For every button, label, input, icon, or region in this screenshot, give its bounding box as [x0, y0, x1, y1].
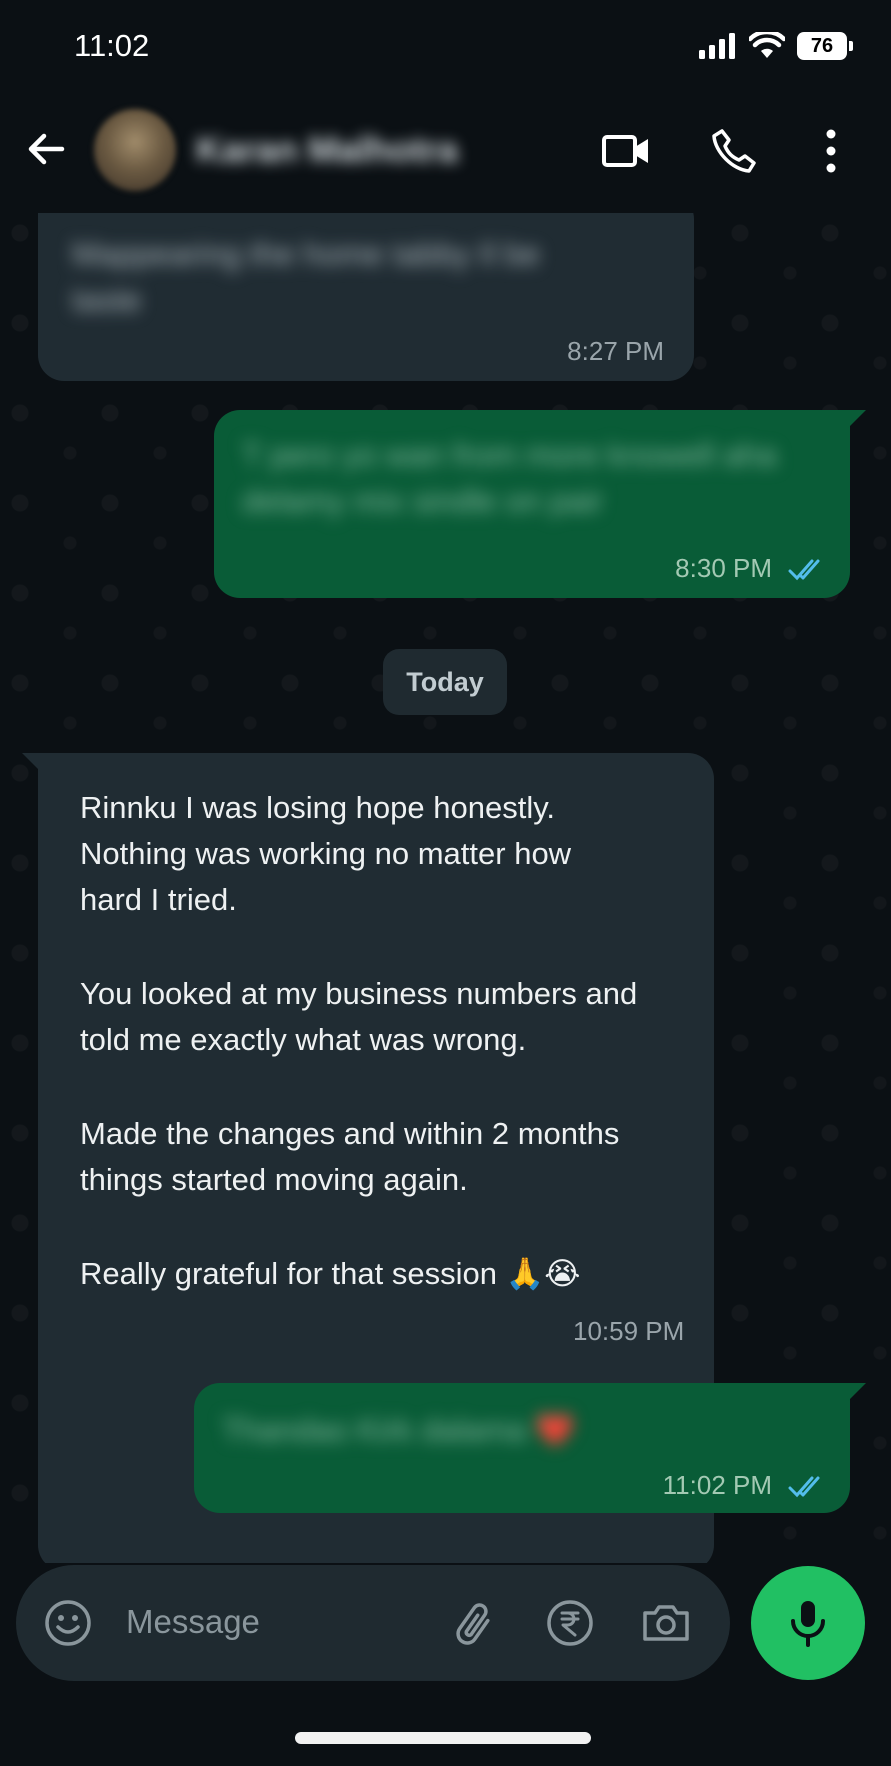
message-time: 8:27 PM: [567, 336, 664, 366]
attach-icon[interactable]: [448, 1597, 500, 1649]
more-options-icon[interactable]: [805, 125, 857, 177]
chat-area[interactable]: Mappearing the home tabby Il be taste 8:…: [0, 213, 891, 1563]
bubble-tail: [848, 1383, 866, 1401]
status-bar: 11:02 76: [0, 0, 891, 95]
back-arrow-icon[interactable]: [22, 125, 70, 173]
video-call-icon[interactable]: [600, 125, 652, 177]
bubble-tail: [848, 410, 866, 428]
message-time: 11:02 PM: [662, 1470, 772, 1500]
message-paragraph: You looked at my business numbers and to…: [80, 976, 638, 1057]
message-paragraph: Made the changes and within 2 months thi…: [80, 1116, 620, 1197]
status-time: 11:02: [74, 28, 150, 63]
camera-icon[interactable]: [640, 1597, 692, 1649]
outgoing-message[interactable]: T pero yo wan from more knowell aha dela…: [214, 410, 850, 598]
message-time: 8:30 PM: [675, 553, 772, 583]
message-paragraph: Rinnku I was losing hope honestly. Nothi…: [80, 790, 572, 917]
signal-icon: [699, 33, 735, 59]
status-icons: 76: [697, 32, 853, 60]
chat-header: Karan Malhotra: [0, 95, 891, 213]
message-paragraph: Really grateful for that session 🙏😭: [80, 1256, 581, 1291]
read-ticks-icon: [788, 559, 820, 581]
bubble-tail: [22, 753, 40, 771]
message-composer[interactable]: Message: [16, 1565, 730, 1681]
home-indicator[interactable]: [295, 1732, 591, 1744]
message-text: T pero yo wan from more knowell aha dela…: [242, 437, 777, 519]
message-text: Thandao Kirk dalama ❤️: [222, 1412, 575, 1448]
message-text: Mappearing the home tabby Il be taste: [72, 236, 540, 318]
avatar[interactable]: [94, 109, 176, 191]
microphone-icon: [791, 1601, 825, 1647]
outgoing-message[interactable]: Thandao Kirk dalama ❤️ 11:02 PM: [194, 1383, 850, 1513]
date-separator: Today: [383, 649, 507, 715]
emoji-icon[interactable]: [42, 1597, 94, 1649]
incoming-message[interactable]: Mappearing the home tabby Il be taste 8:…: [38, 213, 694, 381]
contact-name[interactable]: Karan Malhotra: [196, 129, 458, 171]
message-time: 10:59 PM: [573, 1316, 685, 1346]
message-body: Rinnku I was losing hope honestly. Nothi…: [80, 785, 640, 1297]
voice-message-button[interactable]: [751, 1566, 865, 1680]
message-input[interactable]: Message: [126, 1603, 260, 1641]
battery-icon: 76: [797, 32, 853, 60]
payment-rupee-icon[interactable]: [544, 1597, 596, 1649]
read-ticks-icon: [788, 1476, 820, 1498]
wifi-icon: [749, 32, 785, 58]
phone-call-icon[interactable]: [708, 125, 760, 177]
